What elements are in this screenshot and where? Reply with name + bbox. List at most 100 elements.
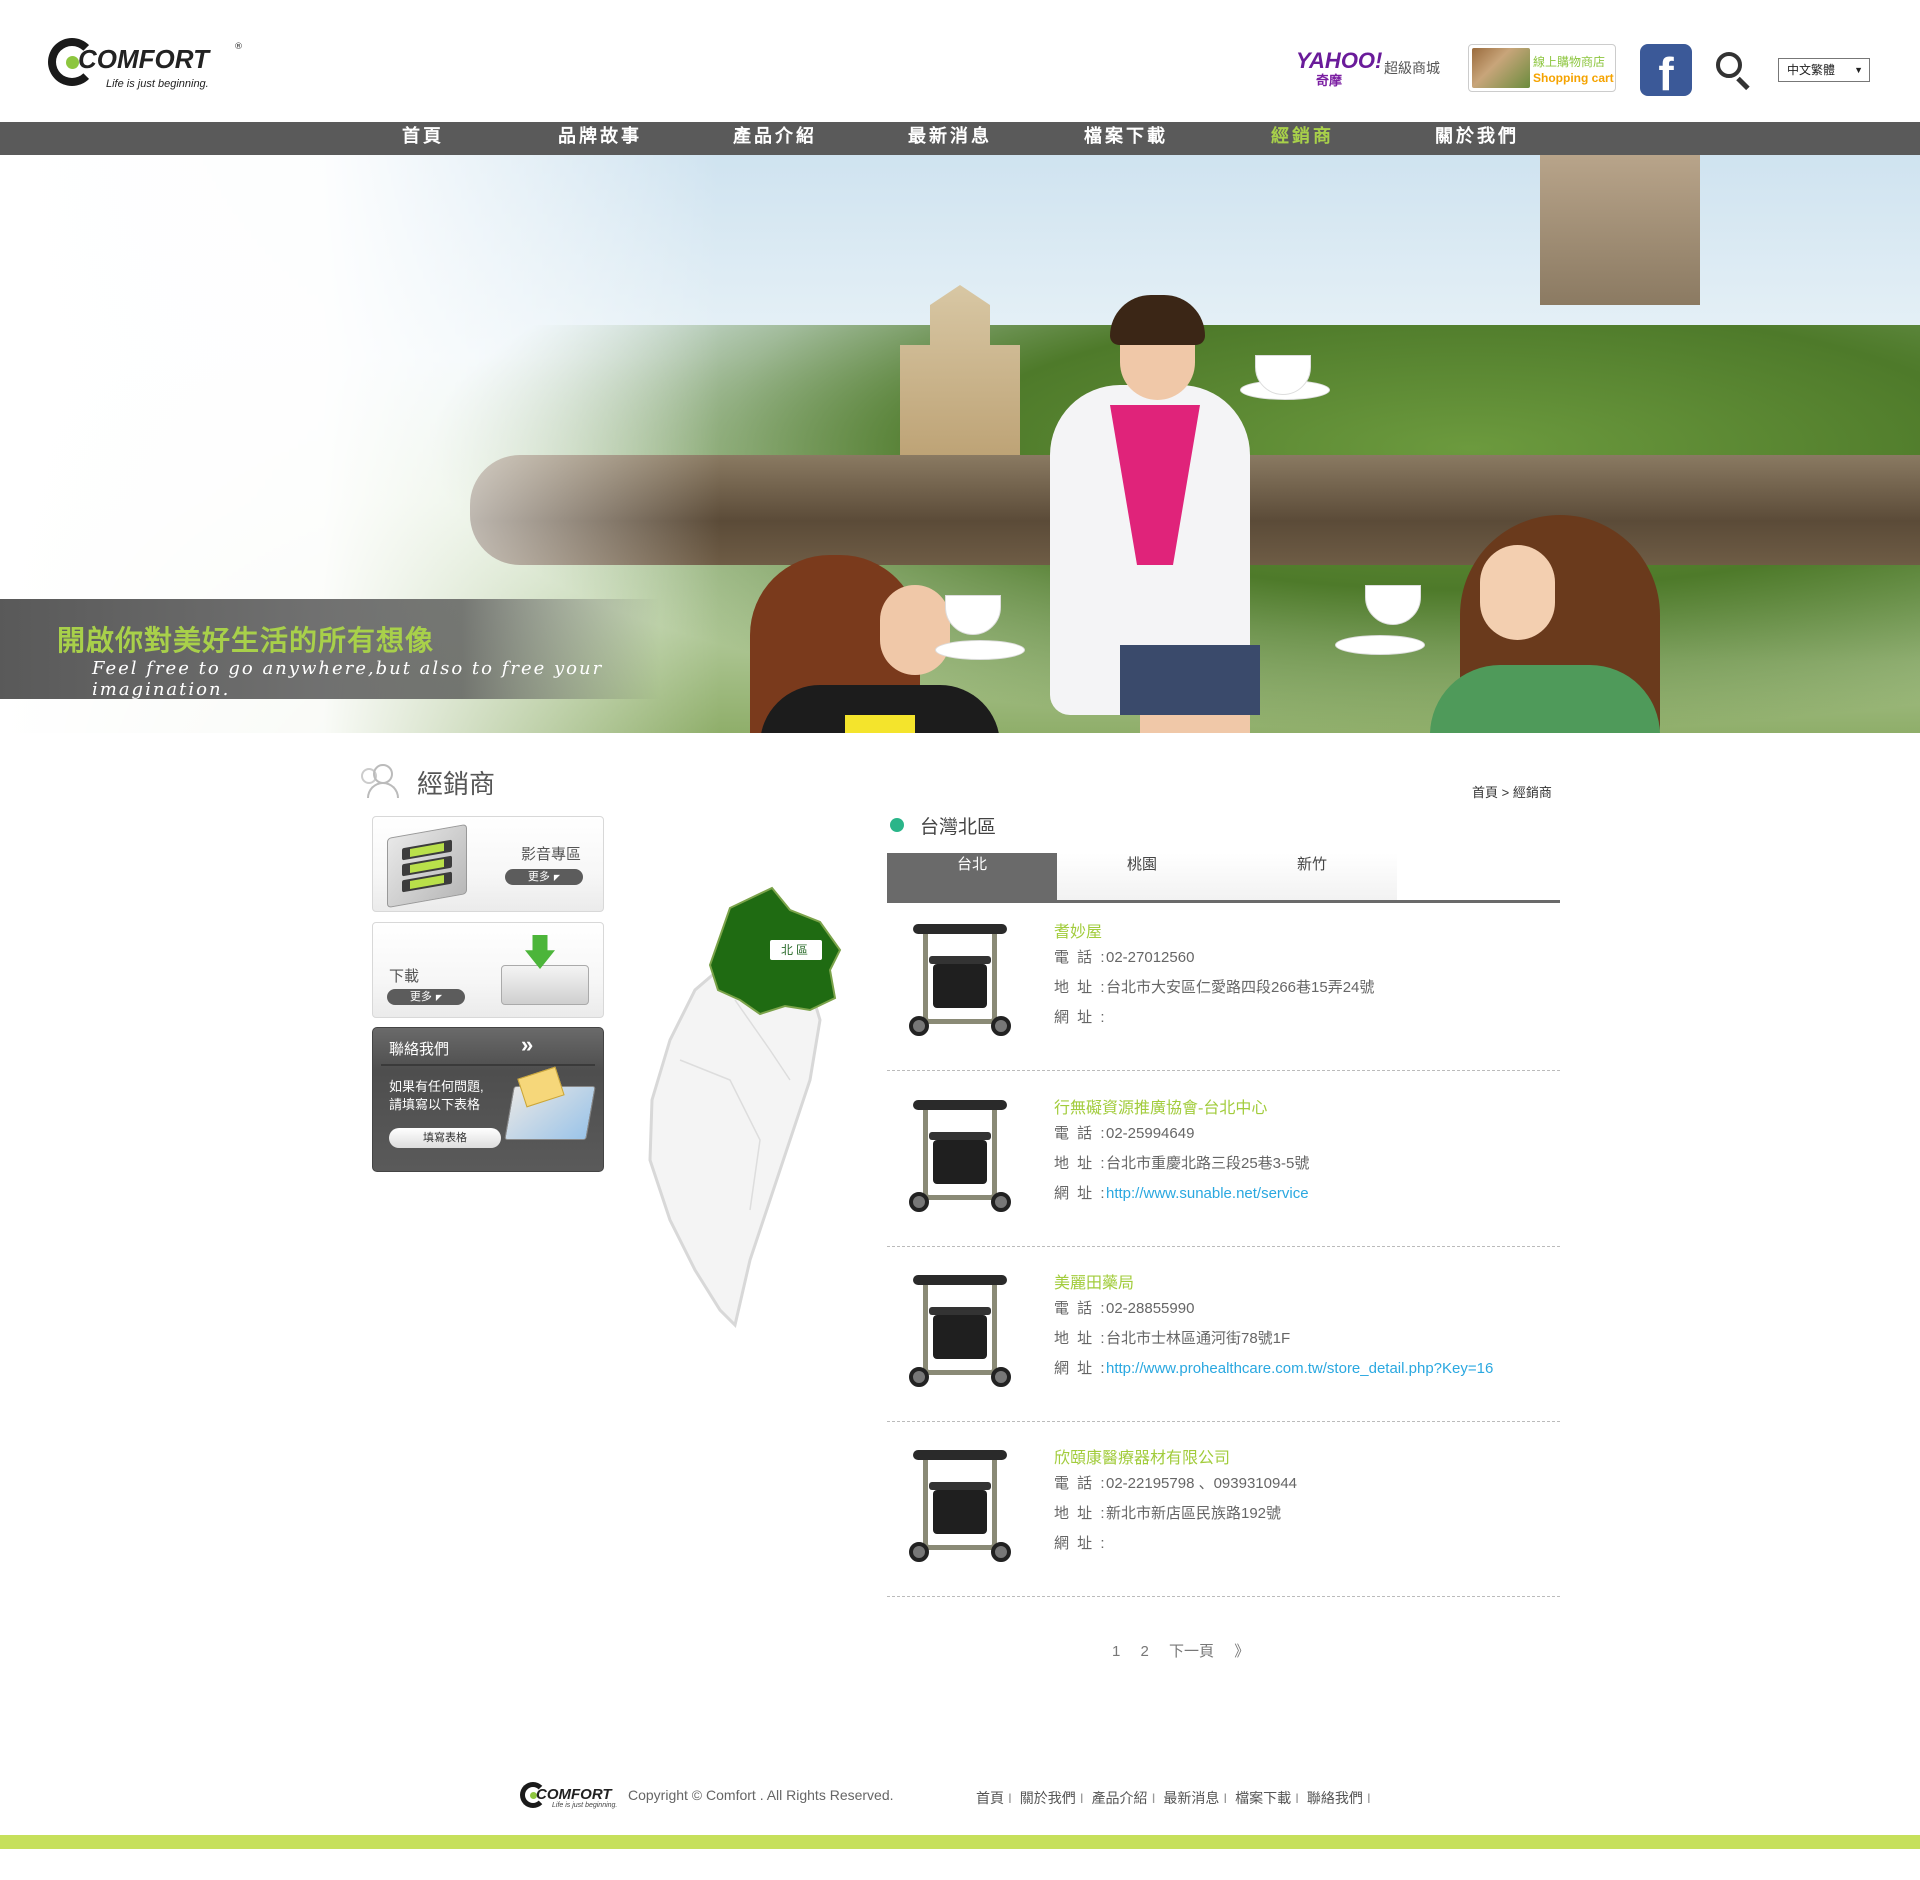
footer-separator: I [1295, 1790, 1300, 1806]
nav-item-about[interactable]: 關於我們 [1422, 122, 1532, 155]
fill-form-button[interactable]: 填寫表格 [389, 1128, 501, 1148]
walker-product-image [907, 1450, 1017, 1570]
search-icon-handle [1736, 76, 1750, 91]
walker-wheel [991, 1016, 1011, 1036]
footer-link-about[interactable]: 關於我們 [1020, 1790, 1076, 1806]
dealer-phone-row: 電 話 :02-28855990 [1054, 1297, 1194, 1318]
hero-caption: 開啟你對美好生活的所有想像 Feel free to go anywhere,b… [0, 599, 660, 700]
facebook-icon[interactable]: f [1640, 44, 1692, 100]
breadcrumb[interactable]: 首頁 > 經銷商 [1472, 782, 1552, 801]
search-icon[interactable] [1712, 48, 1756, 92]
footer-link-contact[interactable]: 聯絡我們 [1307, 1790, 1363, 1806]
footer-link-products[interactable]: 產品介紹 [1092, 1790, 1148, 1806]
dealer-address-row: 地 址 :新北市新店區民族路192號 [1054, 1502, 1281, 1523]
walker-bag [933, 1490, 987, 1534]
comfort-logo[interactable]: COMFORT ® Life is just beginning. [48, 34, 248, 98]
dealer-name[interactable]: 欣頤康醫療器材有限公司 [1054, 1444, 1230, 1468]
walker-bag [933, 1140, 987, 1184]
yahoo-logo-sub: 奇摩 [1316, 73, 1343, 88]
region-label-north[interactable]: 北區 [770, 940, 822, 960]
chevron-down-icon: ▼ [1854, 65, 1863, 75]
yahoo-mall-link[interactable]: YAHOO! 奇摩 超級商城 [1296, 48, 1446, 88]
shop-label-zh: 線上購物商店 [1533, 55, 1606, 69]
dealer-website[interactable]: http://www.prohealthcare.com.tw/store_de… [1106, 1360, 1493, 1377]
dealer-phone-label: 電 話 : [1054, 949, 1107, 966]
nav-item-news[interactable]: 最新消息 [895, 122, 1005, 155]
shopping-cart-link[interactable]: 線上購物商店 Shopping cart [1468, 44, 1616, 92]
footer-link-downloads[interactable]: 檔案下載 [1235, 1790, 1291, 1806]
logo-tagline: Life is just beginning. [106, 78, 209, 90]
walker-seat [929, 1482, 991, 1490]
dealer-website-row: 網 址 : [1054, 1532, 1106, 1553]
media-icon [387, 823, 467, 909]
walker-bag [933, 964, 987, 1008]
download-card[interactable]: 下載 更多 ◤ [372, 922, 604, 1018]
hero-tower [1540, 155, 1700, 305]
more-arrow-icon: ◤ [435, 993, 443, 1002]
logo-word: COMFORT [78, 44, 209, 74]
tab-taipei[interactable]: 台北 [887, 853, 1057, 900]
download-more-button[interactable]: 更多 ◤ [387, 989, 465, 1005]
walker-handle [913, 1450, 1007, 1460]
nav-item-home[interactable]: 首頁 [383, 122, 463, 155]
dealer-name[interactable]: 耆妙屋 [1054, 918, 1102, 942]
footer-logo-word: COMFORT [536, 1786, 612, 1803]
page-link-1[interactable]: 1 [1112, 1643, 1120, 1660]
logo-registered-mark: ® [234, 42, 243, 52]
nav-item-dealers[interactable]: 經銷商 [1260, 122, 1345, 155]
hero-person-left-face [880, 585, 950, 675]
contact-card-text: 如果有任何問題, 請填寫以下表格 [389, 1078, 499, 1114]
double-chevron-right-icon: » [521, 1032, 534, 1057]
walker-product-image [907, 1100, 1017, 1220]
page-title: 經銷商 [417, 769, 496, 799]
walker-wheel [909, 1192, 929, 1212]
shop-label-en: Shopping cart [1533, 71, 1614, 85]
next-page-arrow-icon: 》 [1234, 1643, 1250, 1660]
footer-separator: I [1366, 1790, 1371, 1806]
dealers-people-icon [359, 764, 401, 800]
walker-product-image [907, 1275, 1017, 1395]
dealer-phone-label: 電 話 : [1054, 1125, 1107, 1142]
pagination: 1 2 下一頁 》 [1112, 1640, 1281, 1661]
dealers-people-icon-body [367, 782, 399, 798]
dealer-address: 台北市士林區通河街78號1F [1106, 1330, 1291, 1347]
tab-taoyuan[interactable]: 桃園 [1057, 853, 1227, 900]
dealer-name[interactable]: 美麗田藥局 [1054, 1269, 1134, 1293]
dealer-phone: 02-22195798 、0939310944 [1106, 1475, 1298, 1492]
contact-card[interactable]: 聯絡我們 » 如果有任何問題, 請填寫以下表格 填寫表格 [372, 1027, 604, 1172]
dealer-phone: 02-27012560 [1106, 949, 1195, 966]
dealer-address: 台北市大安區仁愛路四段266巷15弄24號 [1106, 979, 1375, 996]
footer-link-home[interactable]: 首頁 [976, 1790, 1004, 1806]
media-more-button[interactable]: 更多 ◤ [505, 869, 583, 885]
dealer-website-row: 網 址 : [1054, 1006, 1106, 1027]
hero-person-standing-hair [1110, 295, 1205, 345]
nav-item-products[interactable]: 產品介紹 [720, 122, 830, 155]
dealer-address: 新北市新店區民族路192號 [1106, 1505, 1282, 1522]
next-page-link[interactable]: 下一頁 》 [1169, 1643, 1265, 1660]
footer-link-news[interactable]: 最新消息 [1163, 1790, 1219, 1806]
walker-handle [913, 924, 1007, 934]
tab-hsinchu[interactable]: 新竹 [1227, 853, 1397, 900]
language-select[interactable]: 中文繁體 ▼ [1778, 58, 1870, 82]
next-page-label: 下一頁 [1169, 1643, 1215, 1660]
dealer-name[interactable]: 行無礙資源推廣協會-台北中心 [1054, 1094, 1267, 1118]
page-link-2[interactable]: 2 [1141, 1643, 1149, 1660]
footer-separator: I [1079, 1790, 1084, 1806]
section-dot-icon [890, 818, 904, 832]
contact-card-title: 聯絡我們 [389, 1041, 450, 1058]
download-card-label: 下載 [389, 968, 420, 985]
language-selected-value: 中文繁體 [1787, 63, 1836, 77]
nav-item-downloads[interactable]: 檔案下載 [1071, 122, 1181, 155]
media-card[interactable]: 影音專區 更多 ◤ [372, 816, 604, 912]
dealer-website[interactable]: http://www.sunable.net/service [1106, 1185, 1309, 1202]
dealer-website-row: 網 址 :http://www.sunable.net/service [1054, 1182, 1309, 1203]
more-arrow-icon: ◤ [553, 873, 561, 882]
contact-card-divider [381, 1064, 595, 1066]
dealer-phone-label: 電 話 : [1054, 1475, 1107, 1492]
walker-product-image [907, 924, 1017, 1044]
section-title: 台灣北區 [920, 817, 997, 838]
hero-subtitle: Feel free to go anywhere,but also to fre… [92, 658, 604, 700]
hero-title: 開啟你對美好生活的所有想像 [57, 625, 435, 656]
nav-item-brand-story[interactable]: 品牌故事 [545, 122, 655, 155]
footer-logo[interactable]: COMFORT Life is just beginning. [520, 1780, 620, 1812]
